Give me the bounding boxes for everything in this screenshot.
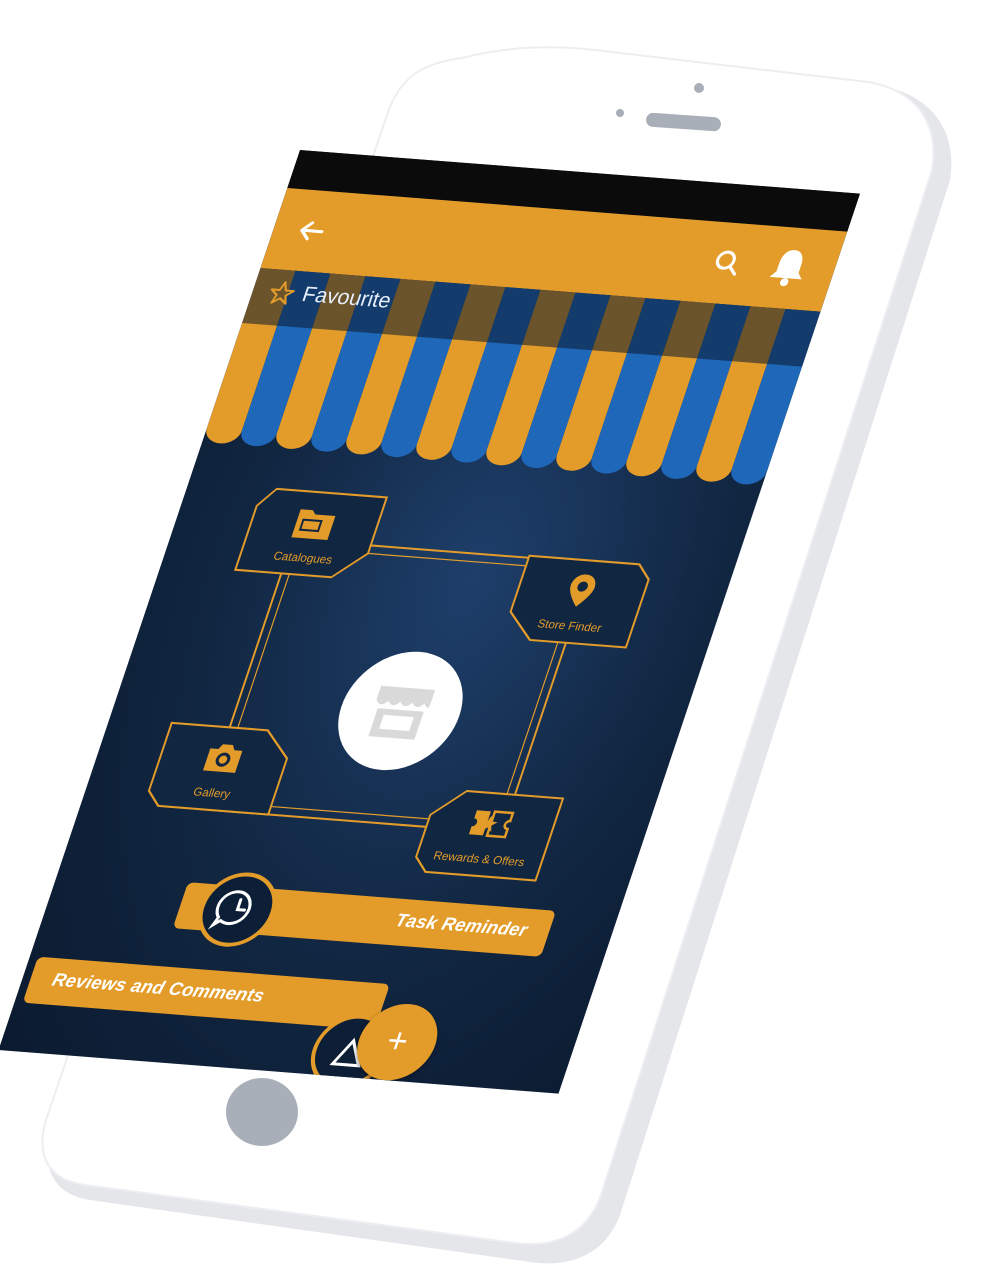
search-button[interactable] (704, 244, 752, 283)
back-button[interactable] (285, 209, 338, 252)
favourite-label: Favourite (299, 282, 395, 313)
plus-icon: + (381, 1021, 414, 1061)
search-icon (715, 250, 737, 276)
notifications-button[interactable] (759, 242, 820, 292)
bell-icon (769, 250, 803, 287)
reviews-comments-label: Reviews and Comments (49, 969, 268, 1006)
arrow-left-icon (300, 221, 324, 241)
home-button (226, 1078, 298, 1146)
task-reminder-icon-badge (188, 869, 287, 950)
task-reminder-label: Task Reminder (392, 909, 531, 941)
